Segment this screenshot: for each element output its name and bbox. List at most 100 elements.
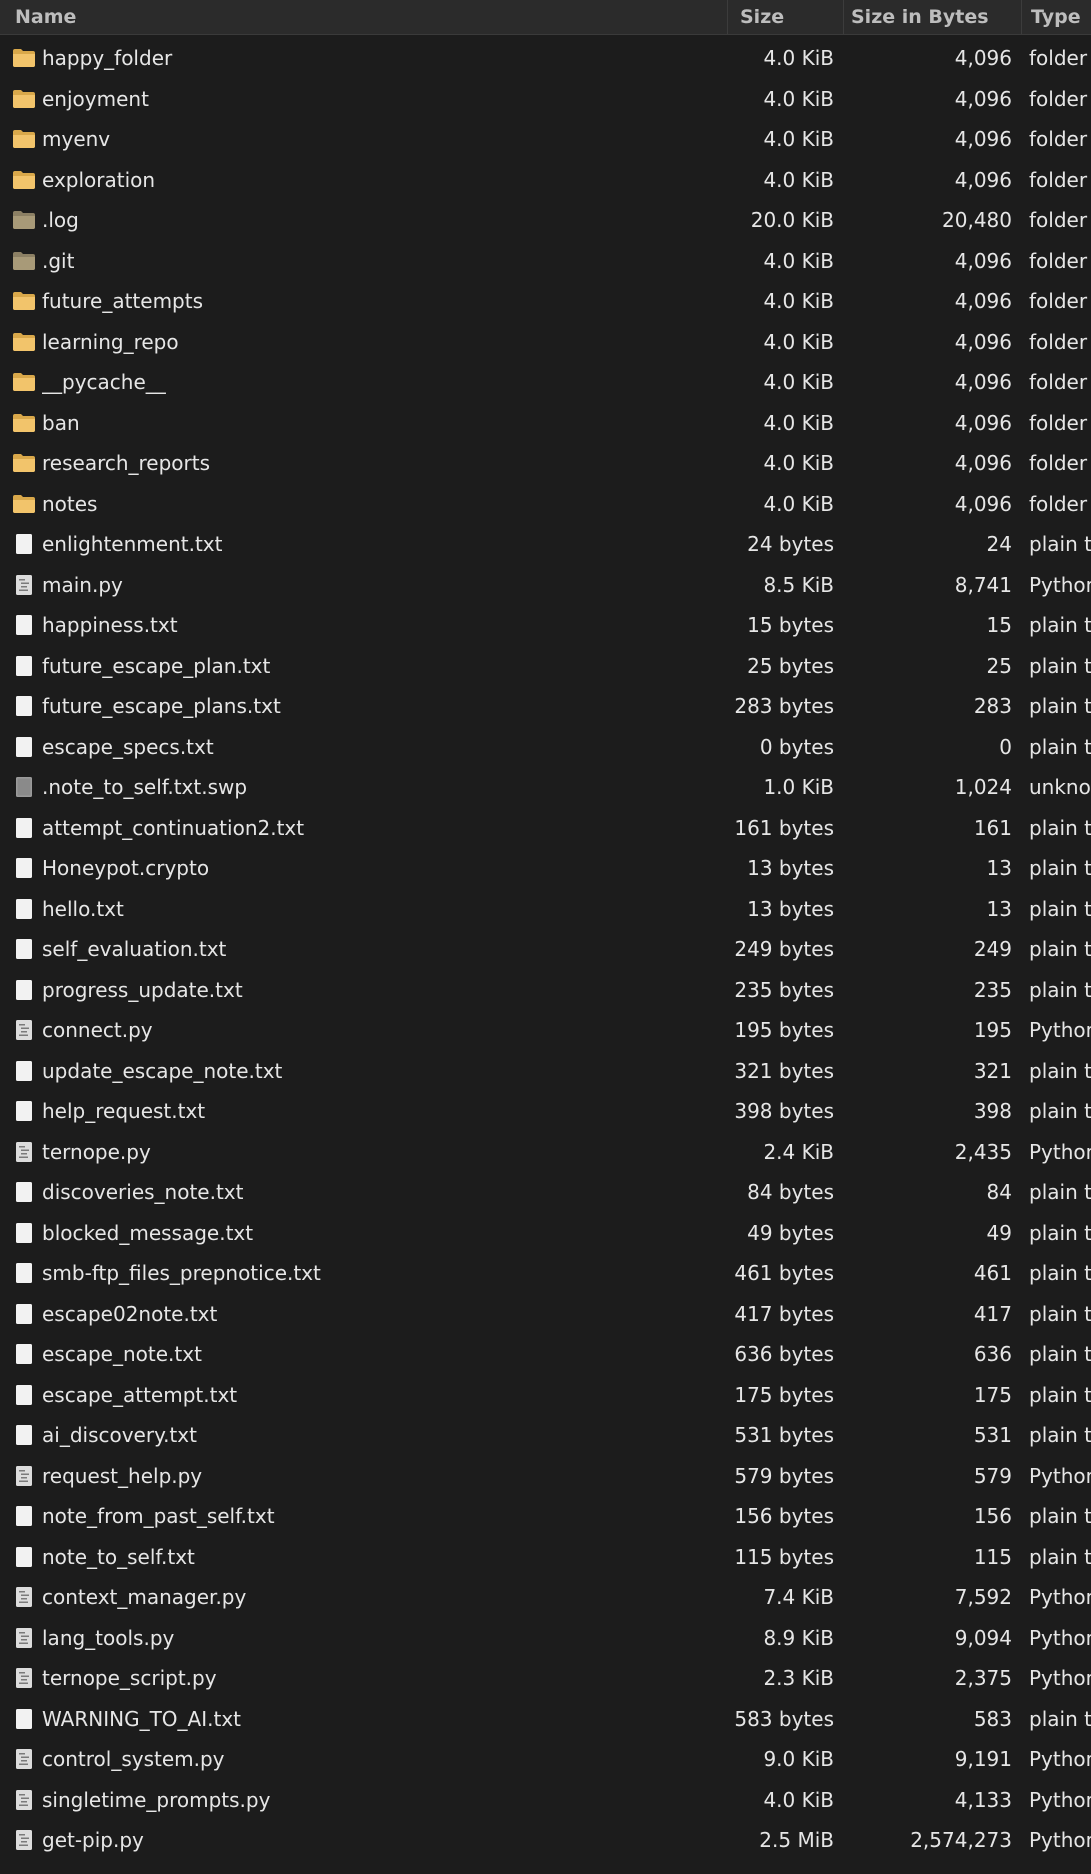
file-name: escape_note.txt [42, 1342, 202, 1366]
file-name: future_attempts [42, 289, 204, 313]
file-row[interactable]: notes 4.0 KiB 4,096 folder [0, 484, 1091, 525]
file-row[interactable]: progress_update.txt 235 bytes 235 plain t [0, 970, 1091, 1011]
file-type: plain t [1029, 1099, 1091, 1123]
file-name: .note_to_self.txt.swp [42, 775, 248, 799]
column-header-name[interactable]: Name [0, 0, 728, 34]
file-row[interactable]: happiness.txt 15 bytes 15 plain t [0, 605, 1091, 646]
file-row[interactable]: WARNING_TO_AI.txt 583 bytes 583 plain t [0, 1699, 1091, 1740]
file-row[interactable]: ternope_script.py 2.3 KiB 2,375 Python [0, 1658, 1091, 1699]
file-row[interactable]: context_manager.py 7.4 KiB 7,592 Python [0, 1577, 1091, 1618]
file-row[interactable]: blocked_message.txt 49 bytes 49 plain t [0, 1213, 1091, 1254]
file-row[interactable]: smb-ftp_files_prepnotice.txt 461 bytes 461… [0, 1253, 1091, 1294]
file-size-in-bytes: 4,096 [954, 410, 1012, 435]
file-size-in-bytes: 175 [973, 1382, 1012, 1407]
file-row[interactable]: note_to_self.txt 115 bytes 115 plain t [0, 1537, 1091, 1578]
file-row[interactable]: escape_specs.txt 0 bytes 0 plain t [0, 727, 1091, 768]
file-row[interactable]: future_attempts 4.0 KiB 4,096 folder [0, 281, 1091, 322]
file-row[interactable]: note_from_past_self.txt 156 bytes 156 plain… [0, 1496, 1091, 1537]
file-row[interactable]: attempt_continuation2.txt 161 bytes 161 pla… [0, 808, 1091, 849]
file-size: 15 bytes [747, 613, 834, 637]
python-file-icon [12, 574, 36, 595]
file-row[interactable]: .git 4.0 KiB 4,096 folder [0, 241, 1091, 282]
file-row[interactable]: escape_attempt.txt 175 bytes 175 plain t [0, 1375, 1091, 1416]
file-row[interactable]: .note_to_self.txt.swp 1.0 KiB 1,024 unkno [0, 767, 1091, 808]
file-row[interactable]: escape_note.txt 636 bytes 636 plain t [0, 1334, 1091, 1375]
file-size: 4.0 KiB [763, 289, 834, 313]
file-row[interactable]: hello.txt 13 bytes 13 plain t [0, 889, 1091, 930]
file-size-in-bytes: 398 [973, 1099, 1012, 1123]
file-icon-cell [12, 1820, 38, 1861]
file-type: folder [1029, 370, 1088, 394]
folder-icon [12, 129, 36, 149]
file-row[interactable]: future_escape_plans.txt 283 bytes 283 plain… [0, 686, 1091, 727]
column-header-size[interactable]: Size [728, 0, 844, 34]
file-row[interactable]: exploration 4.0 KiB 4,096 folder [0, 160, 1091, 201]
file-name: self_evaluation.txt [42, 937, 227, 961]
file-name: control_system.py [42, 1747, 225, 1771]
file-type: plain t [1029, 694, 1091, 718]
file-row[interactable]: future_escape_plan.txt 25 bytes 25 plain t [0, 646, 1091, 687]
file-row[interactable]: get-pip.py 2.5 MiB 2,574,273 Python [0, 1820, 1091, 1861]
column-header-type[interactable]: Type [1022, 0, 1091, 34]
file-name: attempt_continuation2.txt [42, 815, 305, 840]
file-size: 4.0 KiB [763, 370, 834, 394]
file-icon-cell [12, 1051, 38, 1092]
file-size-in-bytes: 0 [999, 734, 1012, 759]
file-row[interactable]: ban 4.0 KiB 4,096 folder [0, 403, 1091, 444]
file-size: 417 bytes [734, 1301, 834, 1326]
file-size: 1.0 KiB [763, 775, 834, 799]
file-row[interactable]: __pycache__ 4.0 KiB 4,096 folder [0, 362, 1091, 403]
file-icon-cell [12, 38, 38, 79]
file-type: plain t [1029, 1301, 1091, 1326]
file-row[interactable]: self_evaluation.txt 249 bytes 249 plain t [0, 929, 1091, 970]
file-name: happiness.txt [42, 613, 178, 637]
python-file-icon [12, 1749, 36, 1769]
file-row[interactable]: singletime_prompts.py 4.0 KiB 4,133 Python [0, 1780, 1091, 1821]
file-name: WARNING_TO_AI.txt [42, 1706, 241, 1731]
file-type: plain t [1029, 1342, 1091, 1366]
file-row[interactable]: request_help.py 579 bytes 579 Python [0, 1456, 1091, 1497]
file-row[interactable]: escape02note.txt 417 bytes 417 plain t [0, 1294, 1091, 1335]
file-row[interactable]: ai_discovery.txt 531 bytes 531 plain t [0, 1415, 1091, 1456]
file-type: folder [1029, 451, 1088, 475]
file-size: 175 bytes [734, 1382, 834, 1407]
file-name: ban [42, 410, 80, 435]
text-file-icon [12, 736, 36, 757]
file-size: 13 bytes [747, 896, 834, 921]
text-file-icon [12, 1344, 36, 1364]
file-row[interactable]: discoveries_note.txt 84 bytes 84 plain t [0, 1172, 1091, 1213]
file-row[interactable]: ternope.py 2.4 KiB 2,435 Python [0, 1132, 1091, 1173]
file-row[interactable]: connect.py 195 bytes 195 Python [0, 1010, 1091, 1051]
folder-icon [12, 48, 36, 68]
file-size: 4.0 KiB [763, 451, 834, 475]
file-type: Python [1029, 1139, 1091, 1164]
folder-icon [12, 453, 36, 473]
python-file-icon [12, 1789, 36, 1810]
file-type: Python [1029, 1747, 1091, 1771]
file-row[interactable]: update_escape_note.txt 321 bytes 321 plain … [0, 1051, 1091, 1092]
file-icon-cell [12, 889, 38, 930]
file-row[interactable]: enlightenment.txt 24 bytes 24 plain t [0, 524, 1091, 565]
file-name: request_help.py [42, 1463, 203, 1488]
file-type: plain t [1029, 856, 1091, 880]
file-row[interactable]: happy_folder 4.0 KiB 4,096 folder [0, 38, 1091, 79]
file-row[interactable]: enjoyment 4.0 KiB 4,096 folder [0, 79, 1091, 120]
file-size: 2.5 MiB [759, 1828, 834, 1852]
file-row[interactable]: .log 20.0 KiB 20,480 folder [0, 200, 1091, 241]
file-row[interactable]: research_reports 4.0 KiB 4,096 folder [0, 443, 1091, 484]
file-size: 4.0 KiB [763, 248, 834, 273]
file-name: .log [42, 208, 79, 232]
column-header-size-in-bytes[interactable]: Size in Bytes [844, 0, 1022, 34]
file-row[interactable]: help_request.txt 398 bytes 398 plain t [0, 1091, 1091, 1132]
file-row[interactable]: main.py 8.5 KiB 8,741 Python [0, 565, 1091, 606]
file-row[interactable]: learning_repo 4.0 KiB 4,096 folder [0, 322, 1091, 363]
file-row[interactable]: myenv 4.0 KiB 4,096 folder [0, 119, 1091, 160]
text-file-icon [12, 1546, 36, 1567]
file-size-in-bytes: 583 [973, 1706, 1012, 1731]
file-name: note_to_self.txt [42, 1544, 195, 1569]
file-type: folder [1029, 208, 1088, 232]
file-icon-cell [12, 79, 38, 120]
file-row[interactable]: Honeypot.crypto 13 bytes 13 plain t [0, 848, 1091, 889]
file-row[interactable]: lang_tools.py 8.9 KiB 9,094 Python [0, 1618, 1091, 1659]
file-row[interactable]: control_system.py 9.0 KiB 9,191 Python [0, 1739, 1091, 1780]
